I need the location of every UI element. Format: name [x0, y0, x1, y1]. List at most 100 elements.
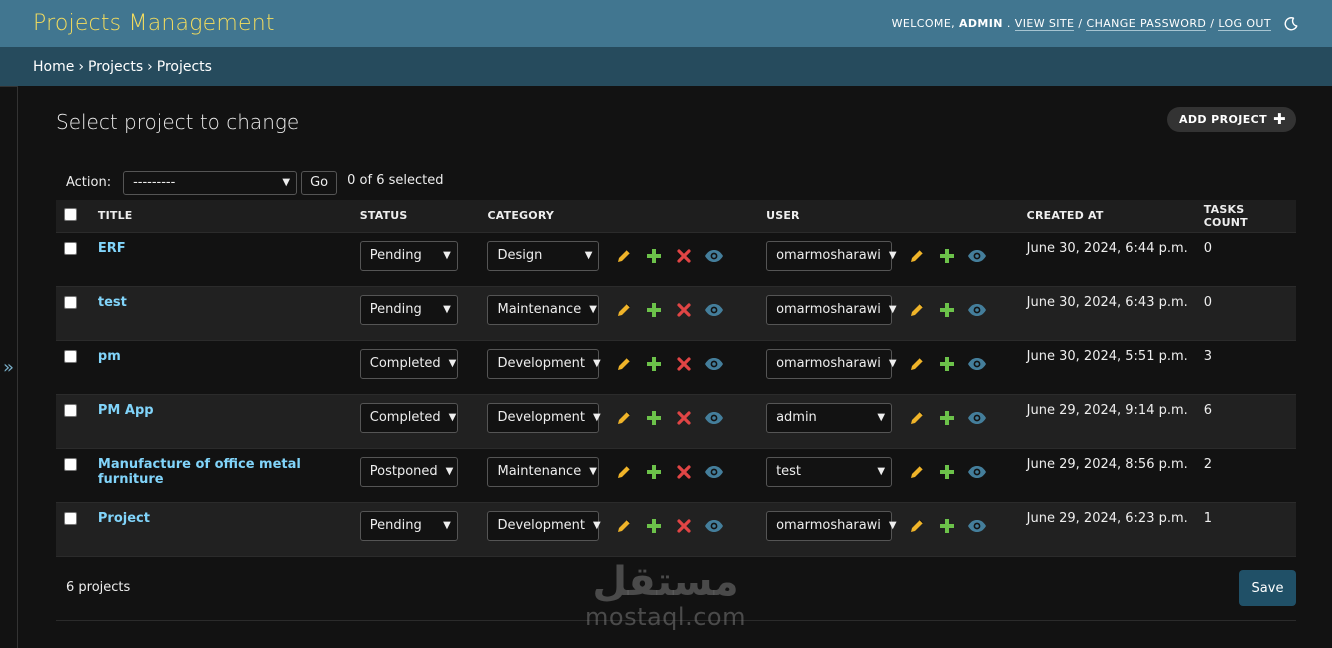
user-select[interactable]: test ▼: [766, 456, 893, 487]
user-select-value: admin: [776, 410, 817, 425]
watermark-latin: mostaql.com: [585, 603, 746, 631]
project-title-link[interactable]: test: [98, 295, 127, 310]
view-site-link[interactable]: VIEW SITE: [1014, 17, 1075, 31]
status-select[interactable]: Pending ▼: [359, 240, 458, 271]
action-select[interactable]: --------- ▼: [123, 170, 298, 195]
status-select[interactable]: Pending ▼: [359, 510, 458, 541]
project-title-link[interactable]: Manufacture of office metal furniture: [98, 457, 344, 487]
logout-link[interactable]: LOG OUT: [1218, 17, 1271, 31]
moon-icon[interactable]: [1283, 16, 1299, 32]
add-category-icon[interactable]: [639, 516, 669, 536]
delete-category-icon[interactable]: [669, 354, 699, 374]
status-select[interactable]: Pending ▼: [359, 294, 458, 325]
change-password-link[interactable]: CHANGE PASSWORD: [1086, 17, 1207, 31]
column-header-user[interactable]: USER: [758, 200, 1019, 233]
column-header-created-at[interactable]: CREATED AT: [1018, 200, 1196, 233]
project-title-link[interactable]: ERF: [98, 241, 126, 256]
category-select[interactable]: Maintenance ▼: [487, 456, 600, 487]
delete-category-icon[interactable]: [669, 246, 699, 266]
view-user-icon[interactable]: [962, 300, 992, 320]
add-category-icon[interactable]: [639, 354, 669, 374]
view-category-icon[interactable]: [699, 462, 729, 482]
select-all-checkbox[interactable]: [64, 208, 77, 222]
category-select-value: Development: [497, 356, 585, 371]
row-checkbox[interactable]: [64, 349, 77, 363]
sidebar-toggle[interactable]: »: [0, 86, 18, 648]
view-category-icon[interactable]: [699, 300, 729, 320]
view-user-icon[interactable]: [962, 516, 992, 536]
edit-user-icon[interactable]: [902, 516, 932, 536]
edit-category-icon[interactable]: [609, 462, 639, 482]
column-header-status[interactable]: STATUS: [351, 200, 480, 233]
table-row: test Pending ▼ Maintenance ▼ omarmoshara…: [56, 286, 1296, 341]
category-select[interactable]: Development ▼: [487, 402, 601, 433]
delete-category-icon[interactable]: [669, 300, 699, 320]
category-select[interactable]: Design ▼: [487, 240, 600, 271]
status-select[interactable]: Completed ▼: [359, 348, 458, 379]
save-button[interactable]: Save: [1239, 570, 1296, 606]
delete-category-icon[interactable]: [669, 516, 699, 536]
user-select[interactable]: omarmosharawi ▼: [766, 510, 897, 541]
category-select[interactable]: Development ▼: [487, 348, 601, 379]
edit-user-icon[interactable]: [902, 354, 932, 374]
status-cell: Pending ▼: [351, 502, 480, 557]
row-checkbox[interactable]: [64, 403, 77, 417]
view-category-icon[interactable]: [699, 516, 729, 536]
row-checkbox[interactable]: [64, 241, 77, 255]
view-category-icon[interactable]: [699, 408, 729, 428]
breadcrumb-home[interactable]: Home: [33, 59, 74, 75]
view-user-icon[interactable]: [962, 462, 992, 482]
user-select[interactable]: omarmosharawi ▼: [766, 294, 897, 325]
delete-category-icon[interactable]: [669, 462, 699, 482]
view-category-icon[interactable]: [699, 354, 729, 374]
row-checkbox[interactable]: [64, 511, 77, 525]
add-user-icon[interactable]: [932, 354, 962, 374]
add-category-icon[interactable]: [639, 300, 669, 320]
edit-user-icon[interactable]: [902, 300, 932, 320]
add-category-icon[interactable]: [639, 408, 669, 428]
view-user-icon[interactable]: [962, 408, 992, 428]
add-user-icon[interactable]: [932, 516, 962, 536]
status-select[interactable]: Postponed ▼: [359, 456, 458, 487]
chevron-down-icon: ▼: [593, 358, 601, 369]
add-category-icon[interactable]: [639, 462, 669, 482]
site-brand[interactable]: Projects Management: [33, 11, 275, 36]
created-at-cell: June 29, 2024, 8:56 p.m.: [1018, 448, 1196, 503]
view-user-icon[interactable]: [962, 354, 992, 374]
view-user-icon[interactable]: [962, 246, 992, 266]
column-header-category[interactable]: CATEGORY: [479, 200, 759, 233]
add-user-icon[interactable]: [932, 462, 962, 482]
edit-user-icon[interactable]: [902, 408, 932, 428]
edit-user-icon[interactable]: [902, 246, 932, 266]
edit-category-icon[interactable]: [609, 408, 639, 428]
add-user-icon[interactable]: [932, 246, 962, 266]
edit-category-icon[interactable]: [609, 516, 639, 536]
breadcrumb-separator: ›: [78, 58, 84, 75]
user-select[interactable]: omarmosharawi ▼: [766, 348, 897, 379]
add-project-button[interactable]: ADD PROJECT ✚: [1166, 107, 1296, 132]
edit-category-icon[interactable]: [609, 246, 639, 266]
breadcrumb-app[interactable]: Projects: [88, 59, 143, 75]
edit-category-icon[interactable]: [609, 354, 639, 374]
add-user-icon[interactable]: [932, 408, 962, 428]
actions-bar: Action: --------- ▼ Go 0 of 6 selected: [56, 165, 1296, 200]
project-title-link[interactable]: Project: [98, 511, 150, 526]
user-select[interactable]: omarmosharawi ▼: [766, 240, 897, 271]
edit-user-icon[interactable]: [902, 462, 932, 482]
chevron-down-icon: ▼: [877, 466, 886, 477]
category-select[interactable]: Development ▼: [487, 510, 601, 541]
go-button[interactable]: Go: [301, 170, 338, 195]
project-title-link[interactable]: PM App: [98, 403, 154, 418]
status-select[interactable]: Completed ▼: [359, 402, 458, 433]
delete-category-icon[interactable]: [669, 408, 699, 428]
category-select[interactable]: Maintenance ▼: [487, 294, 600, 325]
column-header-title[interactable]: TITLE: [89, 200, 352, 233]
view-category-icon[interactable]: [699, 246, 729, 266]
row-checkbox[interactable]: [64, 295, 77, 309]
row-checkbox[interactable]: [64, 457, 77, 471]
add-user-icon[interactable]: [932, 300, 962, 320]
edit-category-icon[interactable]: [609, 300, 639, 320]
add-category-icon[interactable]: [639, 246, 669, 266]
user-select[interactable]: admin ▼: [766, 402, 893, 433]
project-title-link[interactable]: pm: [98, 349, 121, 364]
